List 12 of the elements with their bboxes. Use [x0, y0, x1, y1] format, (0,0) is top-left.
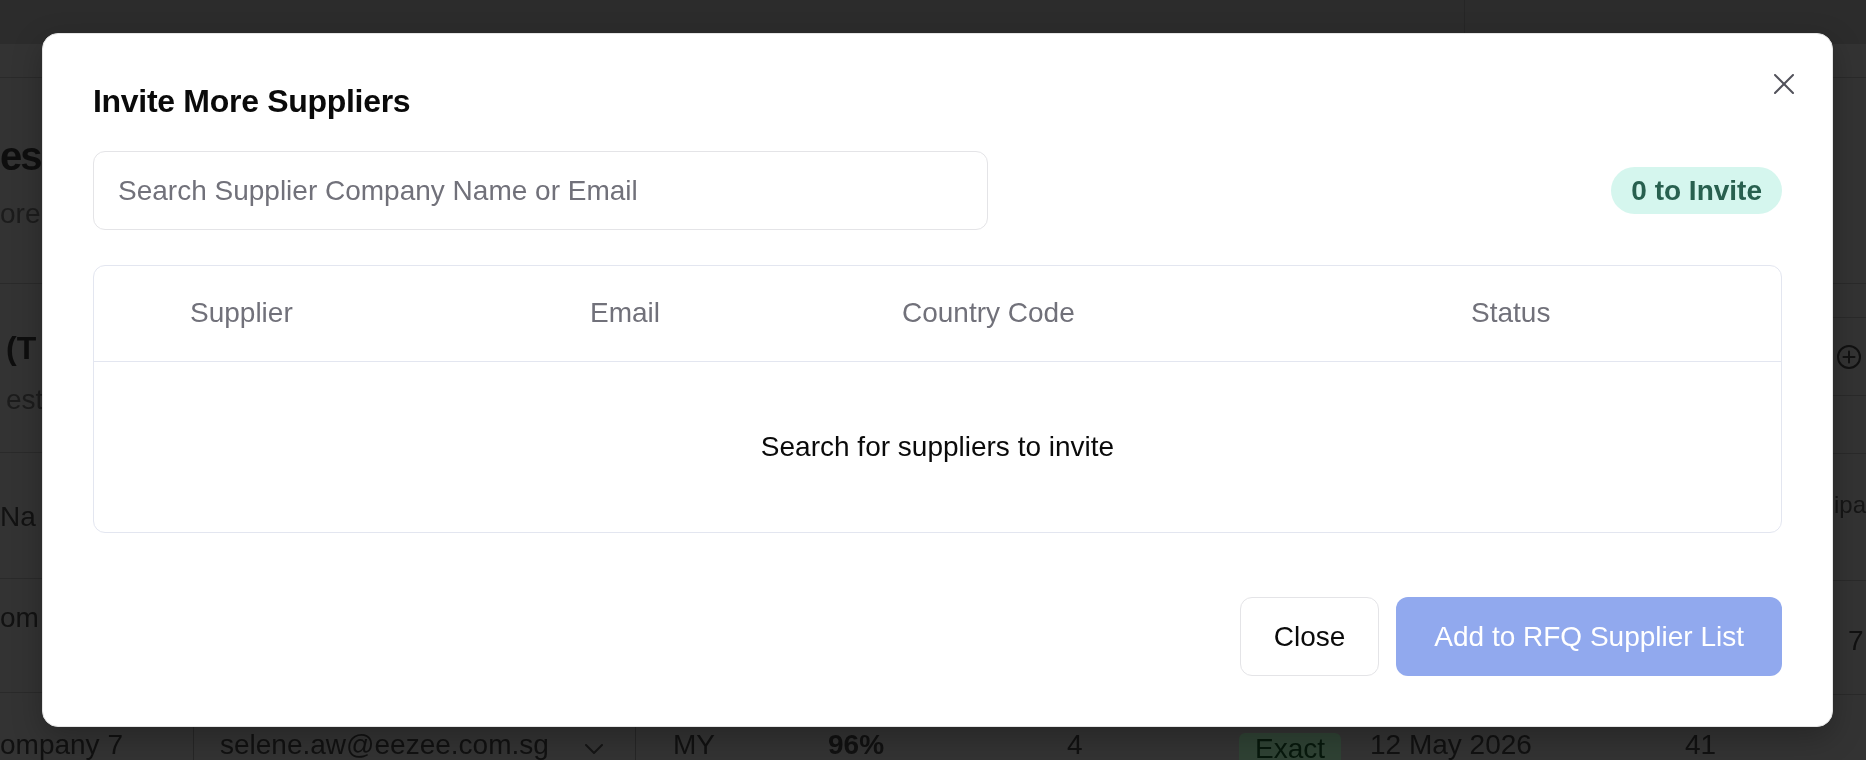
column-header: Email [590, 296, 660, 328]
close-icon [1774, 74, 1794, 94]
close-button[interactable] [1774, 74, 1794, 94]
column-header: Country Code [902, 296, 1075, 328]
column-header: Status [1471, 296, 1551, 328]
column-header: Supplier [190, 296, 293, 328]
search-field[interactable]: Search Supplier Company Name or Email [93, 151, 988, 230]
invite-count-badge: 0 to Invite [1611, 167, 1782, 214]
chevron-down-icon [585, 744, 603, 754]
dialog-title: Invite More Suppliers [93, 82, 411, 121]
empty-table-message: Search for suppliers to invite [760, 433, 1115, 461]
close-dialog-button[interactable]: Close [1239, 597, 1380, 676]
